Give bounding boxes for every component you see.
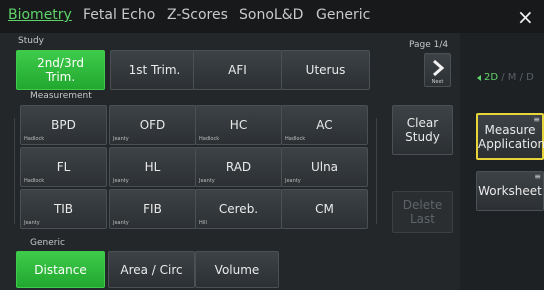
measurement-ofd-author: Jeanty — [113, 136, 129, 142]
measurement-ofd-label: OFD — [139, 118, 166, 132]
tab-sonold[interactable]: SonoL&D — [239, 7, 303, 23]
study-1st-trim-label: 1st Trim. — [128, 63, 181, 77]
measurement-tib-button[interactable]: TIB Jeanty — [20, 189, 107, 229]
measurement-rad-button[interactable]: RAD Jeanty — [195, 147, 282, 187]
generic-distance-label: Distance — [34, 262, 87, 277]
clear-study-button[interactable]: Clear Study — [392, 105, 453, 155]
measurement-hc-label: HC — [229, 118, 248, 132]
close-icon[interactable]: × — [517, 5, 534, 29]
menu-lines-icon: ≡ — [533, 115, 540, 124]
measurement-cm-button[interactable]: CM — [281, 189, 368, 229]
measurement-hl-button[interactable]: HL Jeanty — [109, 147, 196, 187]
measurement-ac-label: AC — [316, 118, 333, 132]
page-indicator: Page 1/4 — [409, 40, 449, 50]
generic-distance-button[interactable]: Distance — [16, 251, 105, 288]
delete-last-button[interactable]: Delete Last — [392, 191, 453, 233]
measurement-fib-label: FIB — [143, 202, 162, 216]
measurement-bpd-button[interactable]: BPD Hadlock — [20, 105, 107, 145]
measurement-cereb-label: Cereb. — [218, 202, 259, 216]
study-afi-label: AFI — [228, 63, 247, 77]
measurement-fl-label: FL — [56, 160, 71, 174]
measurement-ulna-button[interactable]: Ulna Jeanty — [281, 147, 368, 187]
measurement-hc-button[interactable]: HC Hadlock — [195, 105, 282, 145]
generic-area-circ-button[interactable]: Area / Circ — [108, 251, 195, 288]
clear-study-label: Clear Study — [405, 116, 440, 144]
measurement-fl-button[interactable]: FL Hadlock — [20, 147, 107, 187]
measurement-cm-label: CM — [315, 202, 334, 216]
measurement-fib-button[interactable]: FIB Jeanty — [109, 189, 196, 229]
measurement-fl-author: Hadlock — [24, 178, 45, 184]
measurement-hl-author: Jeanty — [113, 178, 129, 184]
study-afi-button[interactable]: AFI — [193, 50, 282, 90]
measurement-ac-author: Hadlock — [285, 136, 306, 142]
menu-lines-icon: ≡ — [534, 172, 541, 181]
mode-2d-label: 2D — [484, 72, 499, 83]
measurement-cereb-author: Hill — [199, 220, 207, 226]
study-section-label: Study — [18, 36, 44, 46]
measurement-ulna-author: Jeanty — [285, 178, 301, 184]
mode-m-d-label: / M / D — [501, 72, 534, 83]
measure-application-button[interactable]: Measure Application ≡ — [476, 113, 544, 160]
measurement-rad-label: RAD — [225, 160, 252, 174]
measurement-bpd-author: Hadlock — [24, 136, 45, 142]
measurement-group-right-line — [376, 118, 377, 224]
measurement-hl-label: HL — [144, 160, 161, 174]
next-page-button[interactable]: Next — [424, 53, 451, 87]
measure-application-label: Measure Application — [478, 122, 544, 151]
tab-generic[interactable]: Generic — [316, 7, 370, 23]
study-uterus-button[interactable]: Uterus — [281, 50, 370, 90]
measurement-section-label: Measurement — [30, 91, 92, 101]
next-page-label: Next — [431, 79, 444, 85]
measurement-fib-author: Jeanty — [113, 220, 129, 226]
measurement-ac-button[interactable]: AC Hadlock — [281, 105, 368, 145]
tab-biometry[interactable]: Biometry — [8, 7, 72, 23]
tab-fetal-echo[interactable]: Fetal Echo — [83, 7, 155, 23]
measurement-cereb-button[interactable]: Cereb. Hill — [195, 189, 282, 229]
mode-arrow-icon — [477, 75, 481, 81]
worksheet-button[interactable]: Worksheet ≡ — [476, 171, 544, 211]
measurement-ofd-button[interactable]: OFD Jeanty — [109, 105, 196, 145]
measurement-bpd-label: BPD — [51, 118, 76, 132]
study-2nd-3rd-trim-button[interactable]: 2nd/3rd Trim. — [16, 50, 105, 90]
generic-area-circ-label: Area / Circ — [120, 262, 183, 277]
generic-volume-label: Volume — [214, 262, 260, 277]
chevron-right-icon — [433, 59, 445, 77]
worksheet-label: Worksheet — [478, 184, 542, 198]
measurement-tib-label: TIB — [53, 202, 74, 216]
tab-z-scores[interactable]: Z-Scores — [167, 7, 228, 23]
generic-section-label: Generic — [30, 238, 65, 248]
top-tab-bar: Biometry Fetal Echo Z-Scores SonoL&D Gen… — [0, 0, 544, 33]
measurement-group-left-line — [14, 118, 15, 224]
measurement-ulna-label: Ulna — [310, 160, 339, 174]
generic-volume-button[interactable]: Volume — [195, 251, 279, 288]
measurement-hc-author: Hadlock — [199, 136, 220, 142]
study-uterus-label: Uterus — [305, 63, 346, 77]
measurement-tib-author: Jeanty — [24, 220, 40, 226]
study-1st-trim-button[interactable]: 1st Trim. — [110, 50, 199, 90]
imaging-mode-selector[interactable]: 2D / M / D — [484, 72, 534, 83]
study-2nd-3rd-trim-label: 2nd/3rd Trim. — [37, 56, 84, 84]
delete-last-label: Delete Last — [402, 198, 443, 226]
measurement-rad-author: Jeanty — [199, 178, 215, 184]
